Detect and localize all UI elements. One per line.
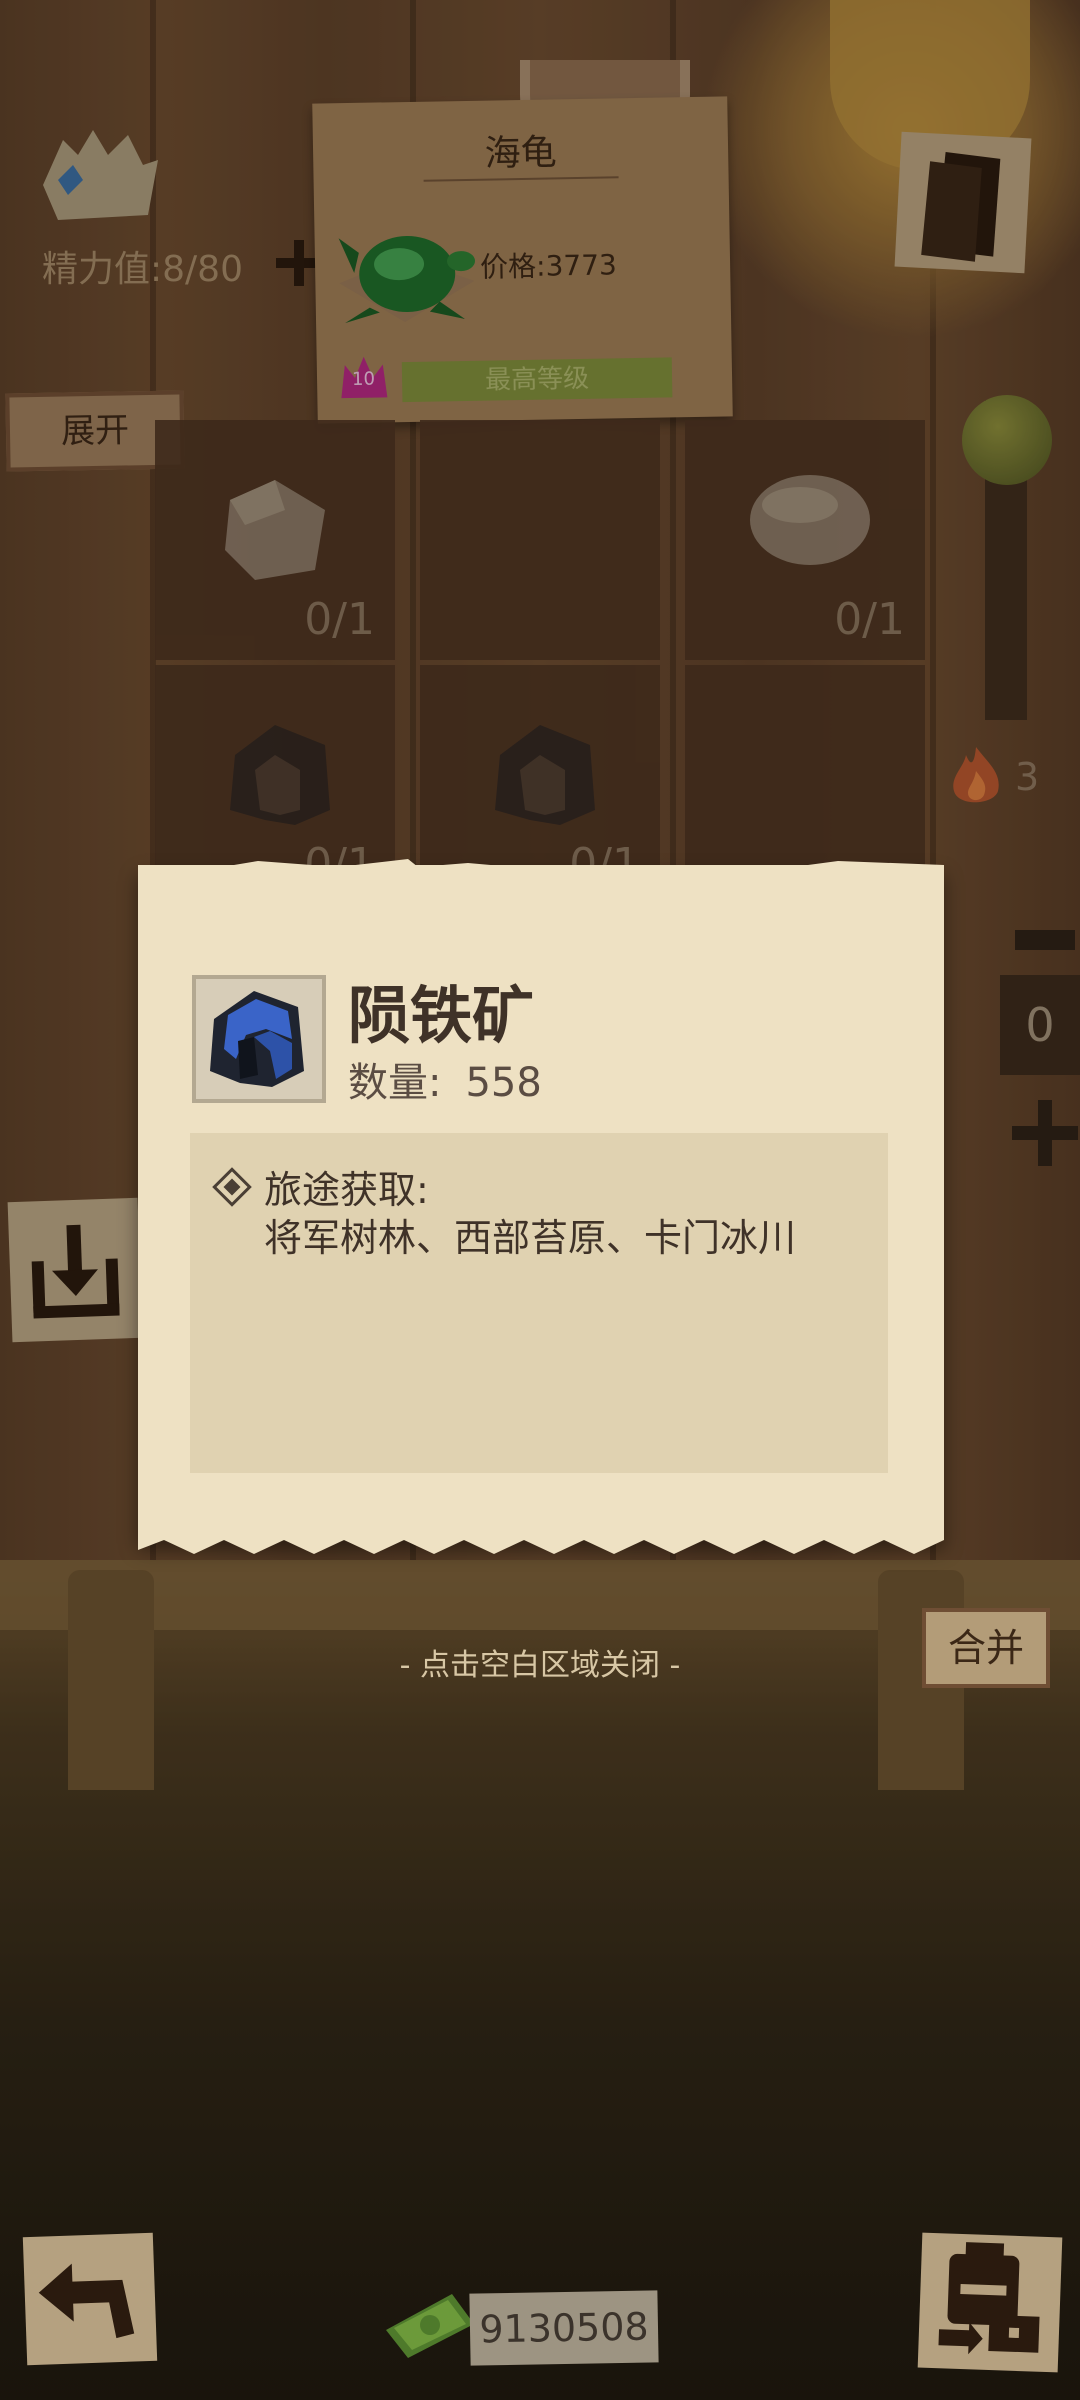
back-arrow-icon [38,2263,135,2339]
backpack-icon [938,2242,1040,2355]
quantity-value: 558 [465,1060,542,1106]
merge-button[interactable]: 合并 [922,1608,1050,1688]
source-title: 旅途获取: [264,1168,429,1212]
meteorite-ore-icon [210,991,304,1087]
item-detail-popup: 陨铁矿 数量: 558 旅途获取: 将军树林、西部苔原、卡门冰川 [138,859,944,1554]
popup-torn-bottom [138,1526,944,1554]
diamond-bullet-icon [212,1167,252,1207]
backpack-button[interactable] [917,2232,1063,2373]
currency-amount: 9130508 [469,2290,659,2366]
popup-item-name: 陨铁矿 [348,979,535,1052]
cash-icon [386,2294,474,2358]
close-hint[interactable]: - 点击空白区域关闭 - [0,1640,1080,1684]
back-button[interactable] [22,2232,158,2366]
source-list: 将军树林、西部苔原、卡门冰川 [264,1216,797,1260]
quantity-label: 数量: [348,1060,442,1106]
popup-torn-top [138,859,944,893]
source-info-box: 旅途获取: 将军树林、西部苔原、卡门冰川 [190,1133,888,1473]
item-icon-frame [192,975,326,1103]
popup-quantity: 数量: 558 [348,1050,542,1108]
